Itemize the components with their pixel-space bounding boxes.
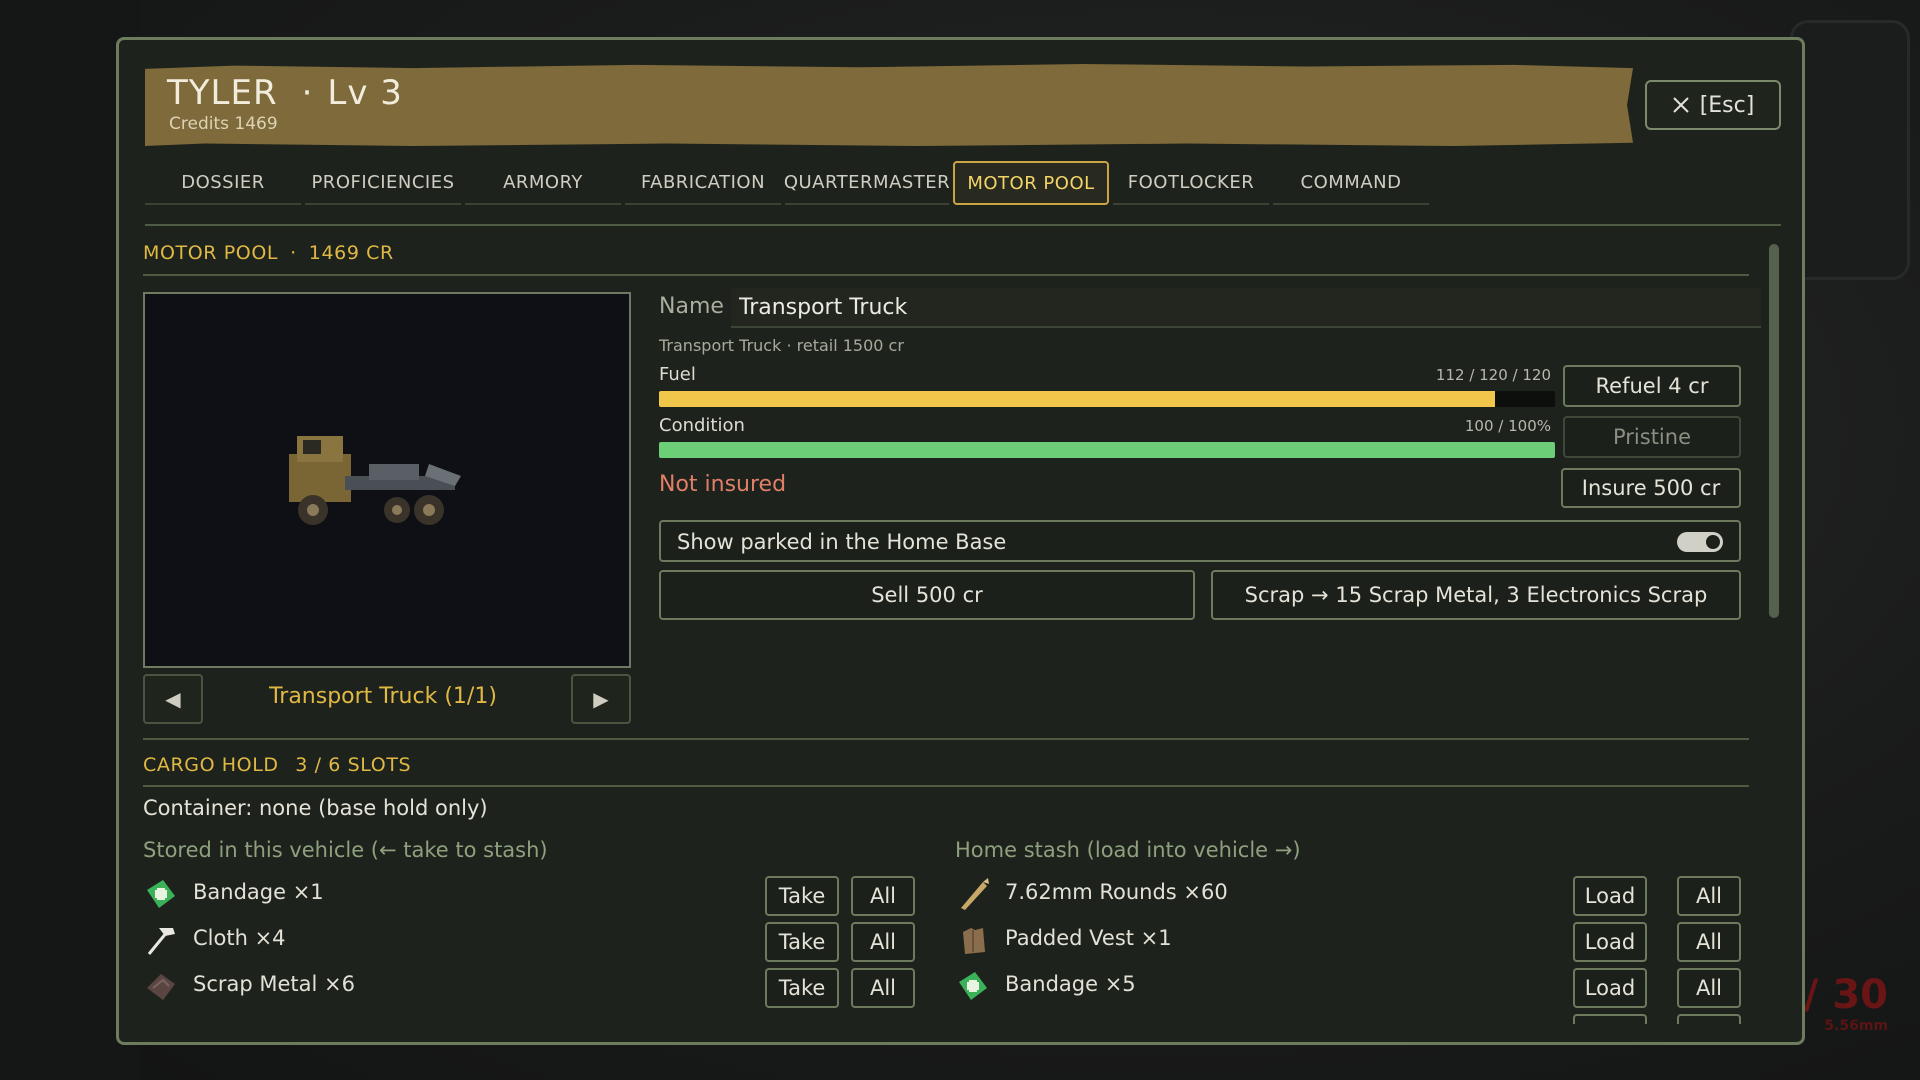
take-button[interactable]: Take: [765, 922, 839, 962]
load-all-button-clipped[interactable]: [1677, 1014, 1741, 1024]
divider: [145, 224, 1781, 226]
divider: [143, 785, 1749, 787]
player-level: Lv 3: [327, 73, 403, 113]
name-label: Name: [659, 294, 724, 319]
tab-footlocker[interactable]: FOOTLOCKER: [1113, 161, 1269, 205]
tab-quartermaster[interactable]: QUARTERMASTER: [784, 161, 950, 205]
stored-item-name: Cloth ×4: [193, 926, 286, 950]
credits-value: 1469: [234, 114, 278, 134]
divider: [143, 738, 1749, 740]
vehicle-preview: [143, 292, 631, 668]
refuel-button[interactable]: Refuel 4 cr: [1563, 365, 1741, 407]
tab-fabrication[interactable]: FABRICATION: [625, 161, 781, 205]
fuel-bar: [659, 391, 1555, 407]
stored-item-name: Scrap Metal ×6: [193, 972, 355, 996]
player-name: TYLER: [167, 73, 278, 113]
ammo-icon: [961, 878, 989, 910]
stash-item-name: 7.62mm Rounds ×60: [1005, 880, 1228, 904]
close-icon: [1672, 97, 1689, 113]
hud-caliber: 5.56mm: [1824, 1018, 1888, 1034]
scrap-button[interactable]: Scrap → 15 Scrap Metal, 3 Electronics Sc…: [1211, 570, 1741, 620]
divider: [143, 274, 1749, 276]
vehicle-selector-label: Transport Truck (1/1): [269, 684, 497, 709]
vehicle-subinfo: Transport Truck · retail 1500 cr: [659, 336, 904, 355]
tab-dossier[interactable]: DOSSIER: [145, 161, 301, 205]
container-info: Container: none (base hold only): [143, 796, 488, 820]
show-parked-label: Show parked in the Home Base: [677, 530, 1007, 554]
toggle-knob: [1706, 535, 1720, 549]
motor-pool-title: MOTOR POOL · 1469 CR: [143, 242, 394, 264]
take-button[interactable]: Take: [765, 968, 839, 1008]
load-all-button[interactable]: All: [1677, 968, 1741, 1008]
load-button[interactable]: Load: [1573, 922, 1647, 962]
condition-value: 100 / 100%: [1464, 417, 1551, 435]
fuel-label: Fuel: [659, 364, 696, 385]
load-all-button[interactable]: All: [1677, 876, 1741, 916]
credits-display: Credits 1469: [169, 114, 278, 134]
stash-item-name: Bandage ×5: [1005, 972, 1136, 996]
cargo-slots: 3 / 6 SLOTS: [295, 754, 412, 776]
insure-button[interactable]: Insure 500 cr: [1561, 468, 1741, 508]
character-window: TYLER · Lv 3 Credits 1469 [Esc] DOSSIER PR…: [116, 37, 1805, 1045]
stored-item-name: Bandage ×1: [193, 880, 324, 904]
scrollbar-thumb[interactable]: [1769, 244, 1779, 618]
condition-label: Condition: [659, 415, 745, 436]
stash-header: Home stash (load into vehicle →): [955, 838, 1301, 862]
tab-command[interactable]: COMMAND: [1273, 161, 1429, 205]
cargo-hold-label: CARGO HOLD: [143, 754, 279, 776]
prev-vehicle-button[interactable]: ◀: [143, 674, 203, 724]
close-button[interactable]: [Esc]: [1645, 80, 1781, 130]
sell-button[interactable]: Sell 500 cr: [659, 570, 1195, 620]
insurance-status: Not insured: [659, 472, 787, 497]
hud-ammo: / 30: [1803, 972, 1888, 1018]
stash-item-name: Padded Vest ×1: [1005, 926, 1172, 950]
bandage-icon: [147, 880, 175, 908]
condition-bar: [659, 442, 1555, 458]
show-parked-toggle-row[interactable]: Show parked in the Home Base: [659, 520, 1741, 562]
vehicle-name-input[interactable]: [731, 288, 1761, 328]
background-monitor: [1790, 20, 1910, 280]
close-label: [Esc]: [1699, 92, 1755, 118]
tab-motor-pool[interactable]: MOTOR POOL: [953, 161, 1109, 205]
truck-icon: [289, 436, 461, 525]
condition-bar-fill: [659, 442, 1555, 458]
hud-ammo-counter: / 30 5.56mm: [1804, 972, 1888, 1034]
motor-pool-separator: ·: [290, 242, 297, 264]
scrollbar[interactable]: [1769, 244, 1779, 618]
prev-arrow-icon: ◀: [165, 687, 181, 711]
take-all-button[interactable]: All: [851, 968, 915, 1008]
pristine-button[interactable]: Pristine: [1563, 416, 1741, 458]
take-all-button[interactable]: All: [851, 922, 915, 962]
take-button[interactable]: Take: [765, 876, 839, 916]
load-all-button[interactable]: All: [1677, 922, 1741, 962]
tab-bar: DOSSIER PROFICIENCIES ARMORY FABRICATION…: [145, 161, 1429, 207]
title-separator: ·: [301, 73, 314, 113]
load-button-clipped[interactable]: [1573, 1014, 1647, 1024]
take-all-button[interactable]: All: [851, 876, 915, 916]
fuel-value: 112 / 120 / 120: [1435, 366, 1551, 384]
credits-label: Credits: [169, 114, 229, 134]
show-parked-toggle[interactable]: [1677, 532, 1723, 552]
tab-armory[interactable]: ARMORY: [465, 161, 621, 205]
next-vehicle-button[interactable]: ▶: [571, 674, 631, 724]
load-button[interactable]: Load: [1573, 876, 1647, 916]
tab-proficiencies[interactable]: PROFICIENCIES: [305, 161, 461, 205]
scrap-metal-icon: [147, 974, 175, 1000]
motor-pool-credits: 1469 CR: [308, 242, 394, 264]
next-arrow-icon: ▶: [593, 687, 609, 711]
motor-pool-label: MOTOR POOL: [143, 242, 279, 264]
load-button[interactable]: Load: [1573, 968, 1647, 1008]
hammer-icon: [147, 928, 175, 955]
page-title: TYLER · Lv 3: [167, 73, 403, 113]
cargo-hold-title: CARGO HOLD 3 / 6 SLOTS: [143, 754, 411, 776]
fuel-bar-fill: [659, 391, 1495, 407]
vest-icon: [963, 928, 985, 954]
bandage-icon: [959, 972, 987, 1000]
stored-header: Stored in this vehicle (← take to stash): [143, 838, 548, 862]
